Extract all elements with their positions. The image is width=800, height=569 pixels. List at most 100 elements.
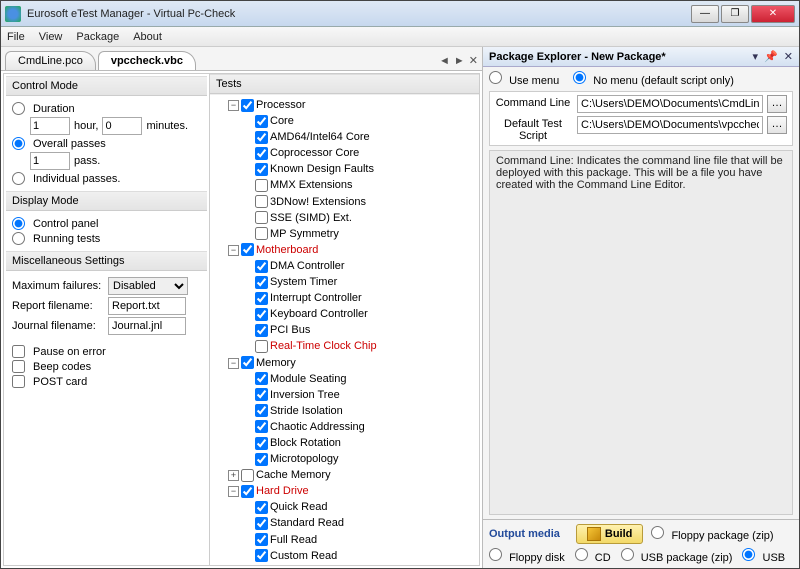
tests-tree-scroll[interactable]: −ProcessorCoreAMD64/Intel64 CoreCoproces… [210,94,479,565]
tree-node[interactable]: Core [242,113,477,129]
tree-checkbox[interactable] [255,179,268,192]
output-opt-floppy-pkg[interactable]: Floppy package (zip) [651,526,773,542]
tree-node[interactable]: +Cache Memory [228,467,477,483]
tree-checkbox[interactable] [255,437,268,450]
max-failures-select[interactable]: Disabled [108,277,188,295]
duration-minutes-input[interactable] [102,117,142,135]
tree-checkbox[interactable] [255,420,268,433]
journal-filename-input[interactable] [108,317,186,335]
tree-node[interactable]: Chaotic Addressing [242,419,477,435]
tree-checkbox[interactable] [255,131,268,144]
tree-checkbox[interactable] [241,99,254,112]
tree-checkbox[interactable] [255,388,268,401]
tree-node[interactable]: −Processor [228,97,477,113]
output-opt-usb[interactable]: USB [742,548,785,564]
tree-checkbox[interactable] [241,485,254,498]
expander-icon[interactable]: − [228,100,239,111]
tree-checkbox[interactable] [255,308,268,321]
expander-icon[interactable]: − [228,358,239,369]
tree-node[interactable]: Interrupt Controller [242,290,477,306]
tree-node[interactable]: MP Symmetry [242,226,477,242]
tree-node[interactable]: SSE (SIMD) Ext. [242,210,477,226]
tree-node[interactable]: Coprocessor Core [242,145,477,161]
tree-node[interactable]: Module Seating [242,371,477,387]
minimize-button[interactable]: — [691,5,719,23]
tree-node[interactable]: Keyboard Controller [242,306,477,322]
tree-checkbox[interactable] [255,147,268,160]
output-opt-usb-pkg[interactable]: USB package (zip) [621,548,733,564]
menu-about[interactable]: About [133,31,162,43]
tree-node[interactable]: Inversion Tree [242,387,477,403]
tree-checkbox[interactable] [255,404,268,417]
output-opt-floppy[interactable]: Floppy disk [489,548,565,564]
pin-icon[interactable]: 📌 [764,50,778,63]
build-button[interactable]: Build [576,524,644,544]
tree-checkbox[interactable] [255,517,268,530]
command-line-browse-button[interactable]: … [767,95,787,113]
tree-node[interactable]: AMD64/Intel64 Core [242,129,477,145]
tree-node[interactable]: Quick Read Verify [242,564,477,565]
tree-checkbox[interactable] [255,533,268,546]
duration-radio[interactable] [12,102,25,115]
tree-checkbox[interactable] [255,163,268,176]
tree-node[interactable]: Full Read [242,532,477,548]
no-menu-radio[interactable]: No menu (default script only) [573,71,734,87]
tree-node[interactable]: Real-Time Clock Chip [242,338,477,354]
use-menu-radio[interactable]: Use menu [489,71,559,87]
default-script-browse-button[interactable]: … [767,116,787,134]
expander-icon[interactable]: − [228,245,239,256]
tree-checkbox[interactable] [241,356,254,369]
tree-checkbox[interactable] [255,501,268,514]
expander-icon[interactable]: + [228,470,239,481]
tree-checkbox[interactable] [255,115,268,128]
pause-checkbox[interactable] [12,345,25,358]
overall-radio[interactable] [12,137,25,150]
command-line-input[interactable] [577,95,763,113]
tree-node[interactable]: −Memory [228,355,477,371]
tree-checkbox[interactable] [255,549,268,562]
tree-checkbox[interactable] [241,243,254,256]
tab-cmdline[interactable]: CmdLine.pco [5,51,96,70]
tree-checkbox[interactable] [255,292,268,305]
tree-checkbox[interactable] [255,324,268,337]
tree-checkbox[interactable] [241,469,254,482]
individual-radio[interactable] [12,172,25,185]
tree-node[interactable]: Stride Isolation [242,403,477,419]
output-opt-cd[interactable]: CD [575,548,611,564]
tab-next-icon[interactable]: ► [454,55,465,67]
tree-node[interactable]: Standard Read [242,515,477,531]
tree-node[interactable]: System Timer [242,274,477,290]
duration-hours-input[interactable] [30,117,70,135]
tab-prev-icon[interactable]: ◄ [439,55,450,67]
tree-node[interactable]: −Motherboard [228,242,477,258]
menu-package[interactable]: Package [76,31,119,43]
tree-checkbox[interactable] [255,372,268,385]
tree-checkbox[interactable] [255,340,268,353]
report-filename-input[interactable] [108,297,186,315]
control-panel-radio[interactable] [12,217,25,230]
default-script-input[interactable] [577,116,763,134]
tree-node[interactable]: Microtopology [242,451,477,467]
tree-checkbox[interactable] [255,260,268,273]
tree-node[interactable]: −Hard Drive [228,483,477,499]
tab-vpccheck[interactable]: vpccheck.vbc [98,51,196,70]
tree-node[interactable]: Known Design Faults [242,161,477,177]
tree-node[interactable]: DMA Controller [242,258,477,274]
menu-file[interactable]: File [7,31,25,43]
post-checkbox[interactable] [12,375,25,388]
beep-checkbox[interactable] [12,360,25,373]
maximize-button[interactable]: ❐ [721,5,749,23]
tree-node[interactable]: Custom Read [242,548,477,564]
close-panel-icon[interactable]: ✕ [784,50,793,63]
tree-checkbox[interactable] [255,195,268,208]
tree-node[interactable]: Block Rotation [242,435,477,451]
tree-node[interactable]: Quick Read [242,499,477,515]
close-button[interactable]: ✕ [751,5,795,23]
tree-node[interactable]: PCI Bus [242,322,477,338]
overall-passes-input[interactable] [30,152,70,170]
tree-checkbox[interactable] [255,453,268,466]
dropdown-icon[interactable]: ▾ [753,50,759,63]
tab-close-icon[interactable]: ✕ [469,54,478,67]
tree-checkbox[interactable] [255,276,268,289]
expander-icon[interactable]: − [228,486,239,497]
